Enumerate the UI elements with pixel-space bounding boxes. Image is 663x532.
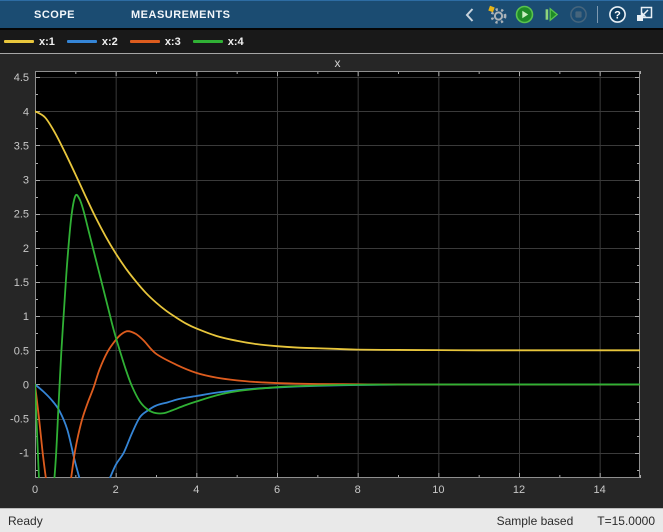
help-icon: ? bbox=[608, 5, 627, 24]
x-tick-label: 10 bbox=[432, 484, 444, 496]
collapse-toolstrip-button[interactable] bbox=[460, 5, 480, 25]
legend-item[interactable]: x:1 bbox=[4, 36, 55, 48]
y-tick-label: 0.5 bbox=[14, 345, 29, 357]
toolstrip-tabs: SCOPE MEASUREMENTS bbox=[0, 9, 231, 21]
simulation-settings-button[interactable] bbox=[487, 5, 507, 25]
run-button[interactable] bbox=[514, 5, 534, 25]
legend-item[interactable]: x:4 bbox=[193, 36, 244, 48]
legend-item[interactable]: x:3 bbox=[130, 36, 181, 48]
gear-icon bbox=[487, 5, 507, 24]
legend-swatch bbox=[4, 40, 34, 43]
tab-measurements[interactable]: MEASUREMENTS bbox=[131, 9, 231, 21]
legend-swatch bbox=[193, 40, 223, 43]
x-tick-label: 8 bbox=[355, 484, 361, 496]
tab-scope[interactable]: SCOPE bbox=[34, 9, 75, 21]
x-tick-label: 12 bbox=[513, 484, 525, 496]
status-bar: Ready Sample based T=15.0000 bbox=[0, 508, 663, 532]
y-tick-label: 1 bbox=[23, 311, 29, 323]
scope-window: SCOPE MEASUREMENTS bbox=[0, 0, 663, 532]
toolstrip-tools: ? bbox=[460, 5, 663, 25]
plot-background bbox=[35, 71, 640, 478]
plot-panel: 0 2 4 6 8 10 12 14 -1 -0.5 0 0.5 1 1.5 2 2.5 3 3.5 4 4.5 x bbox=[0, 53, 663, 508]
legend-label: x:2 bbox=[102, 36, 118, 48]
step-forward-icon bbox=[542, 5, 561, 24]
stop-button bbox=[568, 5, 588, 25]
plot-title: x bbox=[335, 56, 341, 70]
y-tick-label: 3 bbox=[23, 175, 29, 187]
y-tick-label: 1.5 bbox=[14, 277, 29, 289]
y-tick-label: -0.5 bbox=[10, 414, 29, 426]
x-tick-label: 6 bbox=[274, 484, 280, 496]
legend-label: x:1 bbox=[39, 36, 55, 48]
legend-label: x:3 bbox=[165, 36, 181, 48]
y-tick-label: 4 bbox=[23, 106, 29, 118]
y-tick-label: 4.5 bbox=[14, 72, 29, 84]
x-tick-label: 0 bbox=[32, 484, 38, 496]
legend: x:1 x:2 x:3 x:4 bbox=[0, 28, 663, 53]
status-text: Ready bbox=[8, 514, 43, 528]
step-forward-button[interactable] bbox=[541, 5, 561, 25]
run-icon bbox=[515, 5, 534, 24]
chevron-left-icon bbox=[464, 7, 476, 23]
toolbar-divider bbox=[597, 6, 598, 23]
legend-swatch bbox=[67, 40, 97, 43]
y-tick-label: 2.5 bbox=[14, 209, 29, 221]
x-tick-label: 2 bbox=[113, 484, 119, 496]
x-tick-label: 4 bbox=[193, 484, 199, 496]
pop-out-icon bbox=[635, 5, 654, 24]
x-tick-label: 14 bbox=[594, 484, 606, 496]
sim-time-text: T=15.0000 bbox=[597, 514, 655, 528]
status-right-group: Sample based T=15.0000 bbox=[497, 514, 655, 528]
toolstrip: SCOPE MEASUREMENTS bbox=[0, 0, 663, 28]
y-tick-label: 0 bbox=[23, 379, 29, 391]
stop-icon bbox=[569, 5, 588, 24]
dock-button[interactable] bbox=[634, 5, 654, 25]
legend-item[interactable]: x:2 bbox=[67, 36, 118, 48]
help-button[interactable]: ? bbox=[607, 5, 627, 25]
legend-label: x:4 bbox=[228, 36, 244, 48]
y-tick-label: 2 bbox=[23, 243, 29, 255]
legend-swatch bbox=[130, 40, 160, 43]
y-tick-label: -1 bbox=[19, 448, 29, 460]
svg-text:?: ? bbox=[614, 9, 621, 21]
sample-mode-text: Sample based bbox=[497, 514, 574, 528]
y-tick-label: 3.5 bbox=[14, 140, 29, 152]
scope-plot: 0 2 4 6 8 10 12 14 -1 -0.5 0 0.5 1 1.5 2 2.5 3 3.5 4 4.5 x bbox=[0, 54, 663, 509]
